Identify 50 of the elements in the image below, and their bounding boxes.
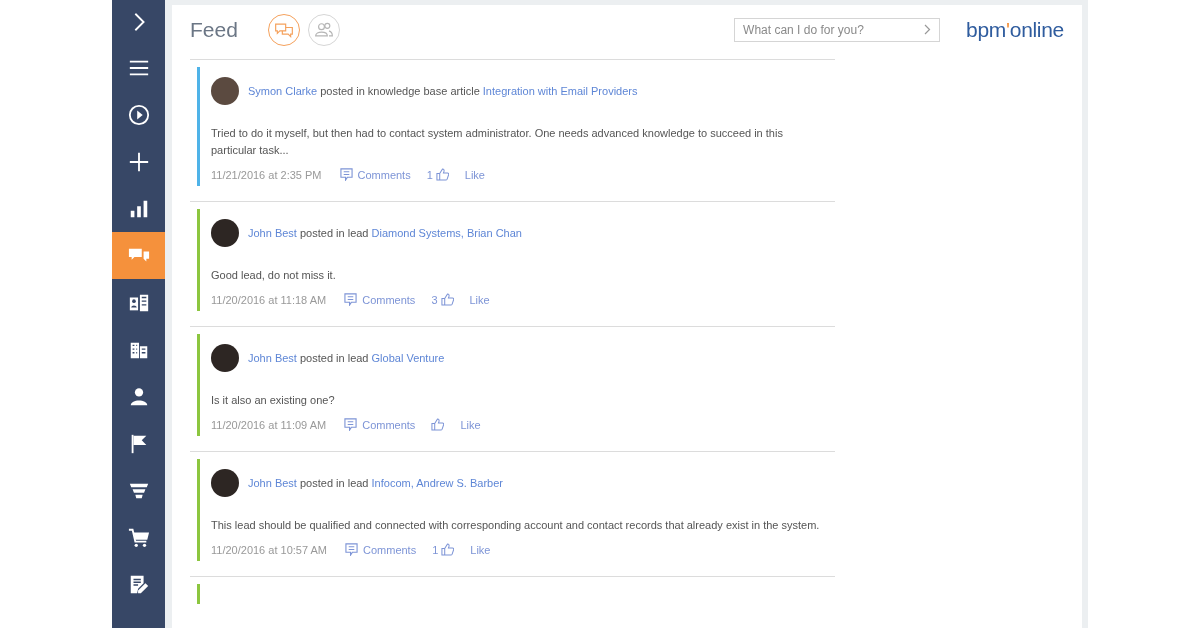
comment-icon xyxy=(344,418,358,431)
avatar xyxy=(211,77,239,105)
author-link[interactable]: John Best xyxy=(248,227,297,239)
like-count: 1 xyxy=(426,168,433,181)
page-title: Feed xyxy=(190,17,238,42)
comment-icon xyxy=(345,543,358,556)
like-link[interactable]: Like xyxy=(470,543,491,556)
thumbs-up-icon xyxy=(440,293,454,306)
logo: bpm'online xyxy=(966,17,1064,42)
comments-link[interactable]: Comments xyxy=(344,293,416,306)
comments-link[interactable]: Comments xyxy=(345,543,417,556)
avatar xyxy=(211,469,239,497)
like-link[interactable]: Like xyxy=(469,293,490,306)
post-action: posted in knowledge base article xyxy=(320,85,480,97)
target-link[interactable]: Integration with Email Providers xyxy=(482,85,638,97)
like-count: 1 xyxy=(432,543,439,556)
post-text: Good lead, do not miss it. xyxy=(211,268,337,283)
post-action: posted in lead xyxy=(300,352,369,364)
author-link[interactable]: John Best xyxy=(248,352,297,364)
target-link[interactable]: Diamond Systems, Brian Chan xyxy=(371,227,522,239)
target-link[interactable]: Infocom, Andrew S. Barber xyxy=(371,477,503,489)
post-text: Is it also an existing one? xyxy=(211,393,336,408)
avatar xyxy=(211,344,239,372)
post-date: 11/20/2016 at 11:18 AM xyxy=(211,293,327,306)
comments-link[interactable]: Comments xyxy=(339,168,411,181)
cart-icon xyxy=(127,526,150,549)
author-link[interactable]: John Best xyxy=(248,477,297,489)
like-link[interactable]: Like xyxy=(460,418,481,431)
post-action: posted in lead xyxy=(300,227,369,239)
thumbs-up-icon xyxy=(441,543,455,556)
plus-icon xyxy=(127,150,150,173)
comments-link[interactable]: Comments xyxy=(344,418,416,431)
post-text: This lead should be qualified and connected with corresponding account and contact records that already exist in the system. xyxy=(211,518,821,533)
like-link[interactable]: Like xyxy=(464,168,485,181)
chevron-icon xyxy=(924,24,932,35)
thumbs-up-icon xyxy=(431,418,445,431)
avatar xyxy=(211,219,239,247)
search-field[interactable]: What can I do for you? xyxy=(734,17,941,42)
post-date: 11/20/2016 at 10:57 AM xyxy=(211,543,327,556)
comment-icon xyxy=(344,293,358,306)
target-link[interactable]: Global Venture xyxy=(371,352,445,364)
author-link[interactable]: Symon Clarke xyxy=(248,85,318,97)
post-text: Tried to do it myself, but then had to contact system administrator. One needs advanced knowledge to succeed in this particular task... xyxy=(211,126,784,158)
post-date: 11/20/2016 at 11:09 AM xyxy=(211,418,327,431)
post-action: posted in lead xyxy=(300,477,369,489)
post-date: 11/21/2016 at 2:35 PM xyxy=(211,168,322,181)
like-count: 3 xyxy=(431,293,438,306)
comment-icon xyxy=(339,168,353,181)
play-icon xyxy=(127,103,150,126)
thumbs-up-icon xyxy=(435,168,449,181)
